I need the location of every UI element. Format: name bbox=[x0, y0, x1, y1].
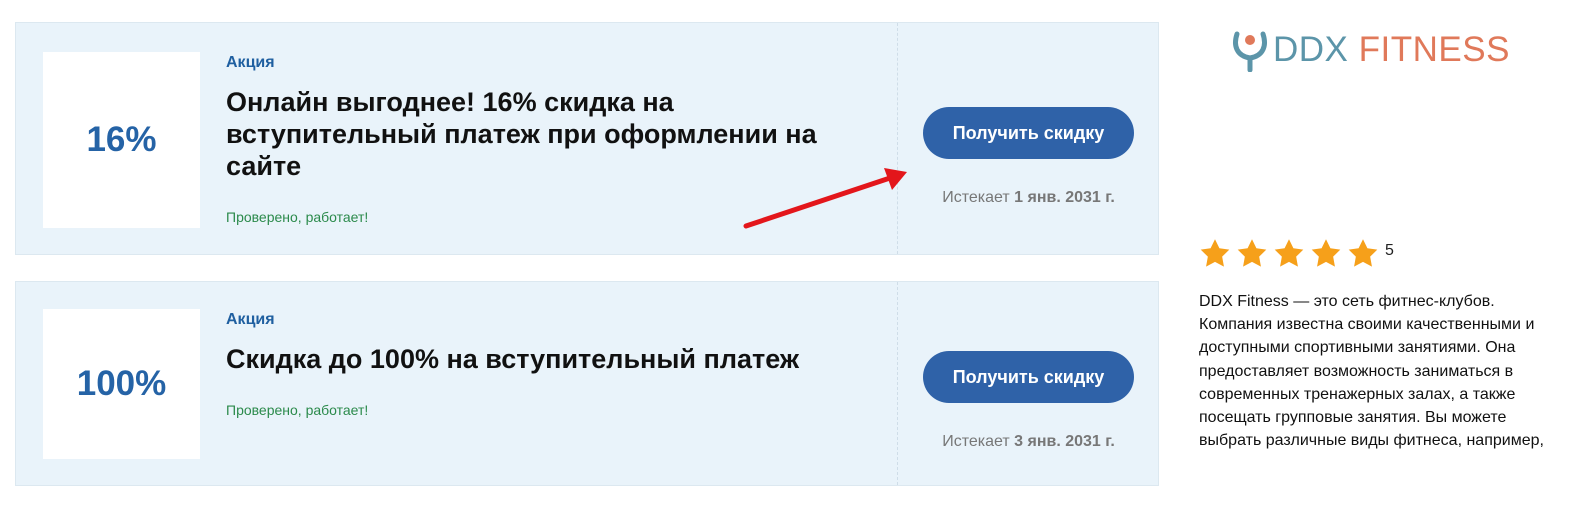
verified-label: Проверено, работает! bbox=[226, 402, 369, 418]
coupon-card: 100% Акция Скидка до 100% на вступительн… bbox=[15, 281, 1159, 486]
expiry-text: Истекает 1 янв. 2031 г. bbox=[897, 189, 1160, 207]
expiry-text: Истекает 3 янв. 2031 г. bbox=[897, 433, 1160, 451]
expiry-date: 1 янв. 2031 г. bbox=[1014, 189, 1115, 206]
expiry-label: Истекает bbox=[942, 189, 1010, 206]
coupon-type-label: Акция bbox=[226, 54, 275, 71]
star-icon bbox=[1348, 239, 1378, 267]
page: 16% Акция Онлайн выгоднее! 16% скидка на… bbox=[0, 0, 1584, 512]
rating-value: 5 bbox=[1385, 241, 1394, 259]
star-icon bbox=[1274, 239, 1304, 267]
logo-text-ddx: DDX bbox=[1273, 30, 1349, 69]
star-icon bbox=[1311, 239, 1341, 267]
coupon-title: Скидка до 100% на вступительный платеж bbox=[226, 344, 800, 374]
logo-text: DDX FITNESS bbox=[1273, 30, 1510, 70]
discount-badge: 16% bbox=[43, 52, 200, 228]
sidebar: DDX FITNESS 5 DDX Fitness — это сеть фит… bbox=[1196, 0, 1584, 512]
store-description: DDX Fitness — это сеть фитнес-клубов. Ко… bbox=[1199, 293, 1544, 450]
ddx-logo-mark-icon bbox=[1233, 31, 1267, 72]
get-discount-button[interactable]: Получить скидку bbox=[923, 107, 1134, 159]
ddx-fitness-logo[interactable]: DDX FITNESS bbox=[1230, 28, 1510, 72]
expiry-label: Истекает bbox=[942, 433, 1010, 450]
logo-text-fitness: FITNESS bbox=[1358, 30, 1510, 69]
discount-badge: 100% bbox=[43, 309, 200, 459]
card-divider bbox=[897, 282, 898, 485]
verified-label: Проверено, работает! bbox=[226, 209, 369, 225]
star-icon bbox=[1200, 239, 1230, 267]
coupon-type-label: Акция bbox=[226, 311, 275, 328]
star-icon bbox=[1237, 239, 1267, 267]
get-discount-button[interactable]: Получить скидку bbox=[923, 351, 1134, 403]
red-arrow-annotation bbox=[743, 168, 907, 229]
rating: 5 bbox=[1198, 237, 1394, 270]
coupon-card: 16% Акция Онлайн выгоднее! 16% скидка на… bbox=[15, 22, 1159, 255]
expiry-date: 3 янв. 2031 г. bbox=[1014, 433, 1115, 450]
